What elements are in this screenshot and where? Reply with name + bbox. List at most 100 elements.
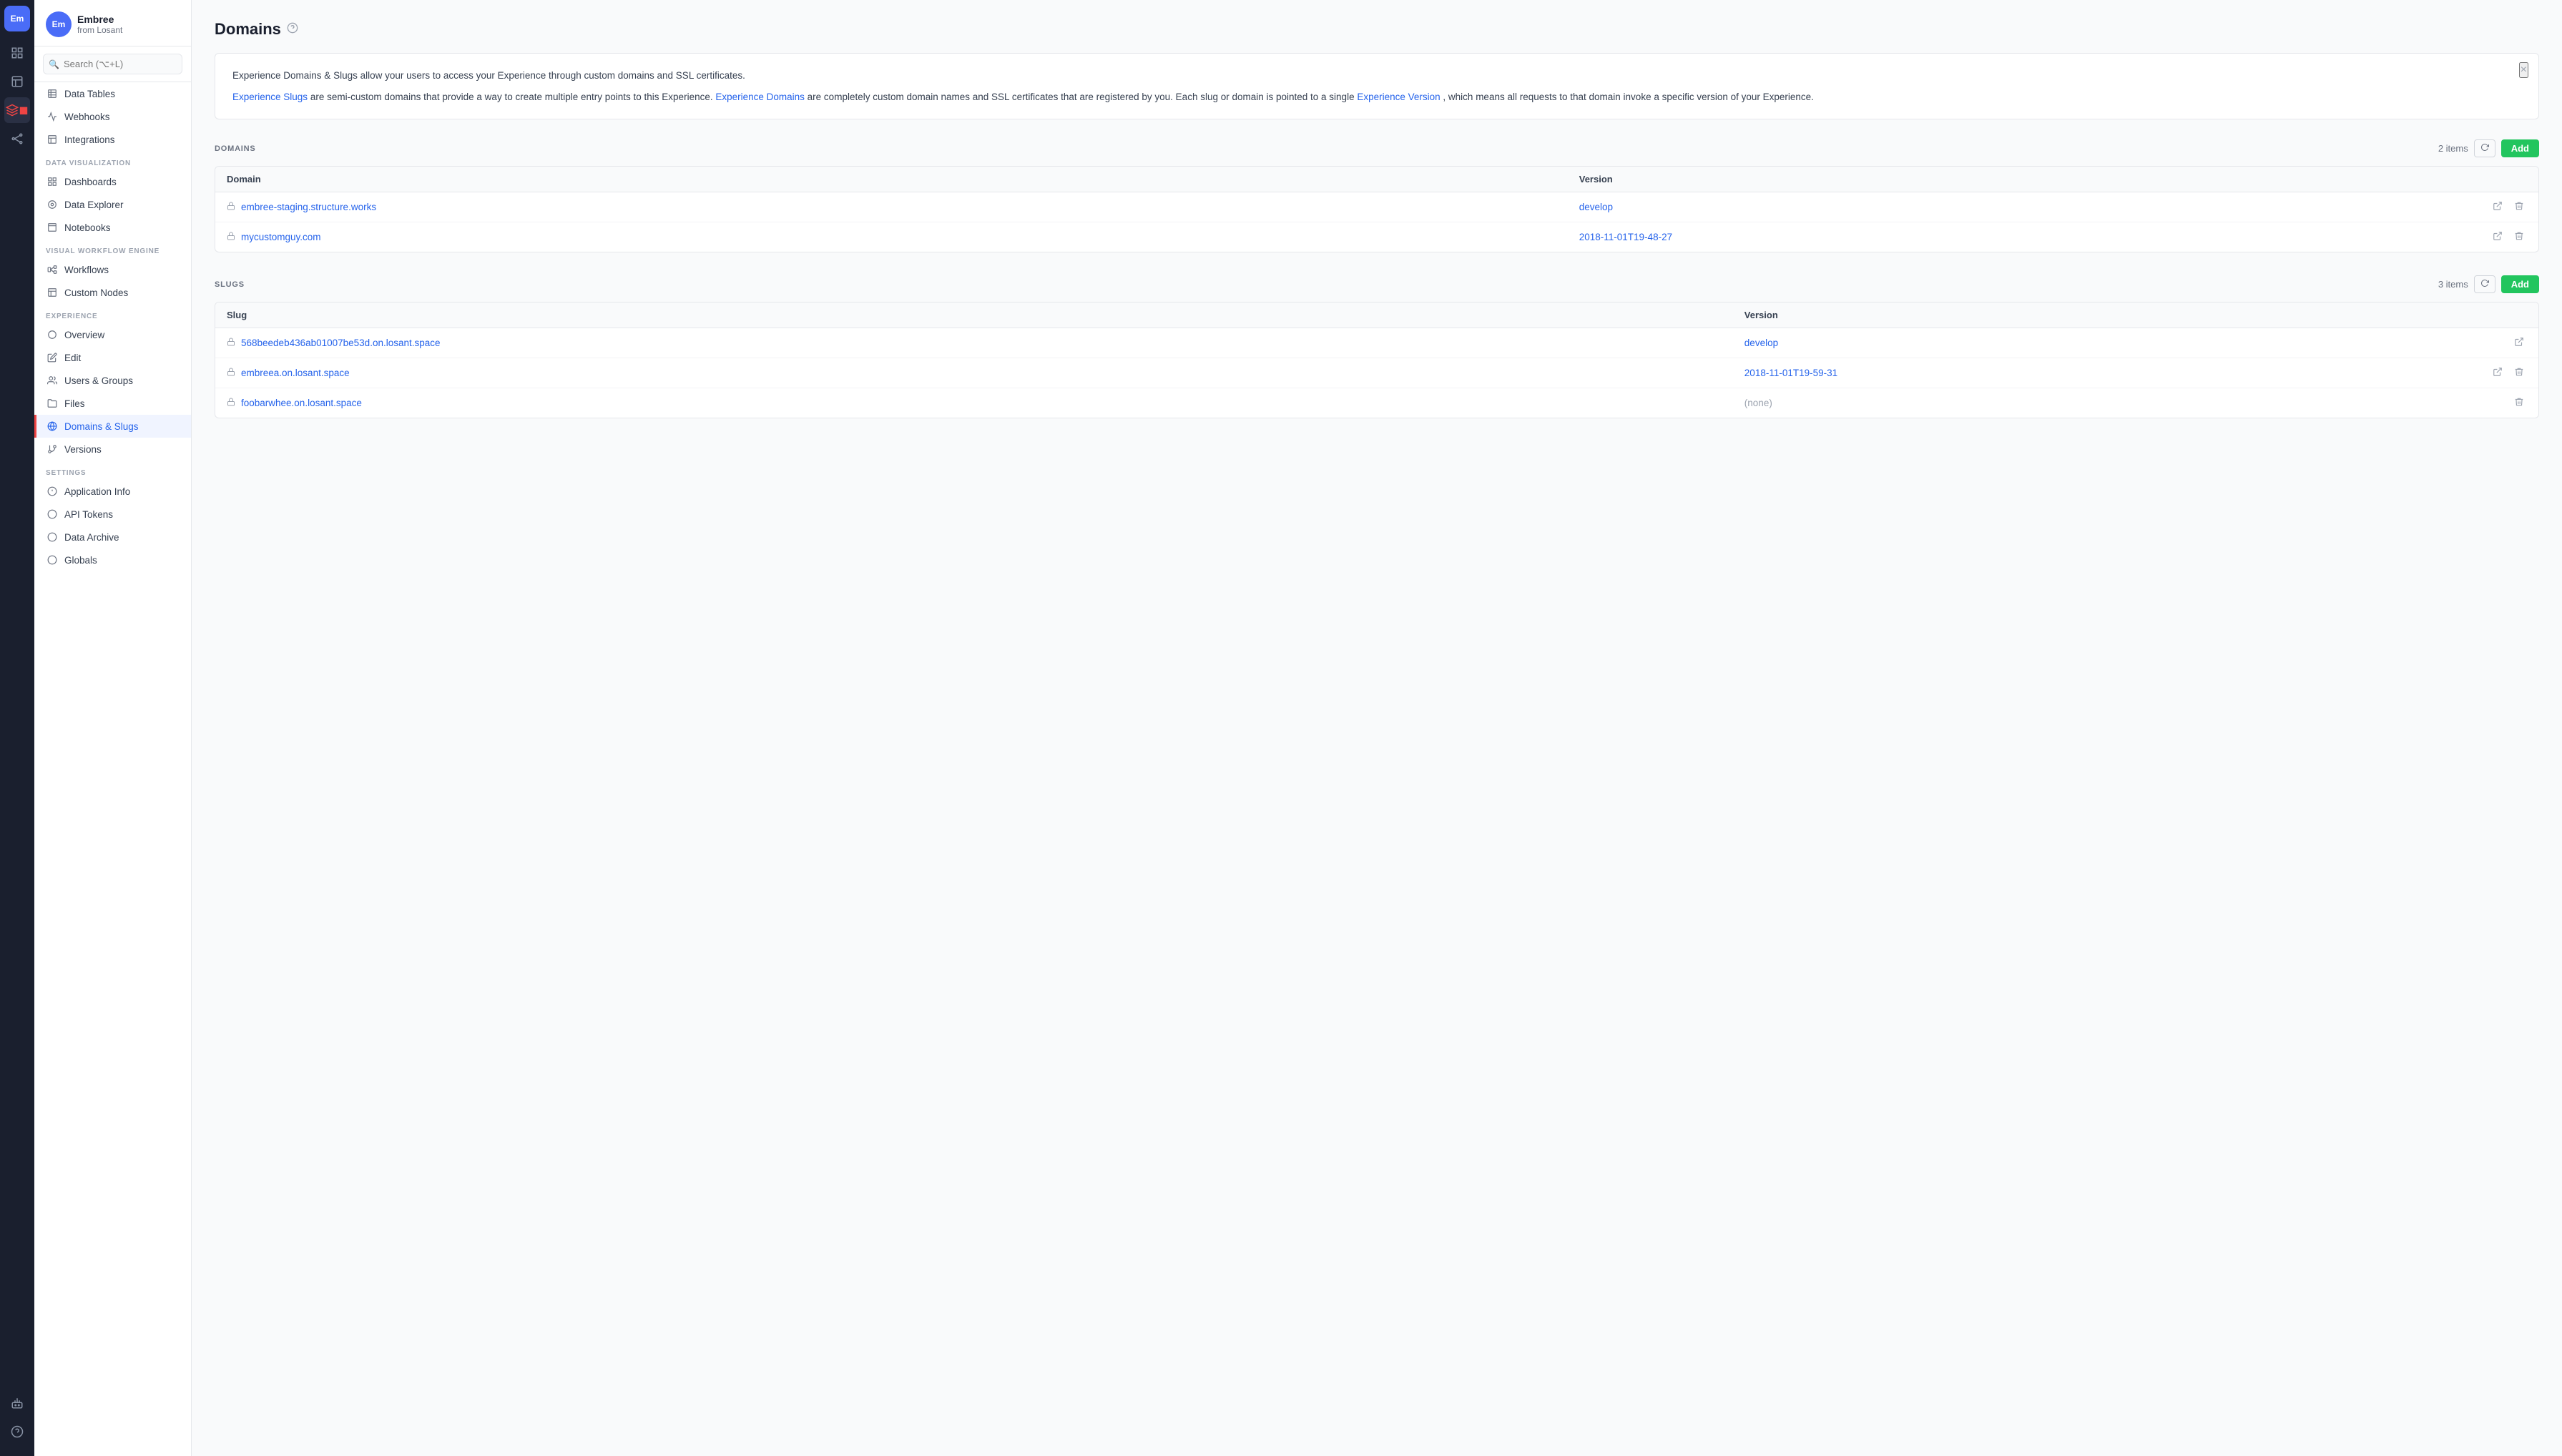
nav-robot-icon[interactable] xyxy=(4,1390,30,1416)
slug-link-2[interactable]: embreea.on.losant.space xyxy=(241,368,350,378)
slug-version-1: develop xyxy=(1733,328,2478,358)
slug-version-none-3: (none) xyxy=(1744,398,1772,408)
domain-link-1[interactable]: embree-staging.structure.works xyxy=(241,202,376,212)
data-tables-icon xyxy=(46,87,59,100)
experience-domains-link[interactable]: Experience Domains xyxy=(715,92,805,102)
sidebar-item-custom-nodes[interactable]: Custom Nodes xyxy=(34,281,191,304)
nav-section-experience: Experience Overview Edit Users & Groups … xyxy=(34,304,191,461)
sidebar-label-overview: Overview xyxy=(64,330,104,340)
sidebar-item-users-groups[interactable]: Users & Groups xyxy=(34,369,191,392)
sidebar-item-edit[interactable]: Edit xyxy=(34,346,191,369)
slug-external-link-2[interactable] xyxy=(2490,365,2505,380)
nav-help-icon[interactable] xyxy=(4,1419,30,1445)
sidebar-item-dashboards[interactable]: Dashboards xyxy=(34,170,191,193)
slug-link-3[interactable]: foobarwhee.on.losant.space xyxy=(241,398,362,408)
slugs-col-version: Version xyxy=(1733,302,2478,328)
sidebar-item-data-archive[interactable]: Data Archive xyxy=(34,526,191,549)
domains-section-title: DOMAINS xyxy=(215,144,256,153)
lock-icon xyxy=(227,368,235,378)
page-title: Domains xyxy=(215,20,281,39)
slug-version-link-1[interactable]: develop xyxy=(1744,338,1778,348)
sidebar-item-overview[interactable]: Overview xyxy=(34,323,191,346)
section-label-data-viz: Data Visualization xyxy=(34,151,191,170)
slug-external-link-1[interactable] xyxy=(2511,335,2527,350)
slug-row-actions-1 xyxy=(2490,335,2527,350)
domains-col-domain: Domain xyxy=(215,167,1568,192)
slugs-refresh-button[interactable] xyxy=(2474,275,2495,293)
domains-section-header: DOMAINS 2 items Add xyxy=(215,139,2539,157)
slug-version-link-2[interactable]: 2018-11-01T19-59-31 xyxy=(1744,368,1837,378)
sidebar-item-integrations[interactable]: Integrations xyxy=(34,128,191,151)
slugs-section-title: SLUGS xyxy=(215,280,245,289)
slugs-section-header: SLUGS 3 items Add xyxy=(215,275,2539,293)
experience-version-link[interactable]: Experience Version xyxy=(1357,92,1440,102)
sidebar-label-data-explorer: Data Explorer xyxy=(64,200,124,210)
brand-logo[interactable]: Em xyxy=(4,6,30,31)
nav-dashboard-icon[interactable] xyxy=(4,69,30,94)
slugs-add-button[interactable]: Add xyxy=(2501,275,2539,293)
custom-nodes-icon xyxy=(46,286,59,299)
sidebar-item-data-explorer[interactable]: Data Explorer xyxy=(34,193,191,216)
lock-icon xyxy=(227,398,235,408)
sidebar-label-notebooks: Notebooks xyxy=(64,222,111,233)
domains-count: 2 items xyxy=(2438,143,2468,154)
nav-experience-icon[interactable]: ◼ xyxy=(4,97,30,123)
sidebar-item-api-tokens[interactable]: API Tokens xyxy=(34,503,191,526)
domains-refresh-button[interactable] xyxy=(2474,139,2495,157)
lock-icon xyxy=(227,232,235,242)
sidebar-item-domains-slugs[interactable]: Domains & Slugs xyxy=(34,415,191,438)
banner-text-2: Experience Slugs are semi-custom domains… xyxy=(232,89,2521,105)
domain-delete-2[interactable] xyxy=(2511,230,2527,245)
sidebar-item-workflows[interactable]: Workflows xyxy=(34,258,191,281)
domains-col-actions xyxy=(2478,167,2538,192)
versions-icon xyxy=(46,443,59,456)
domain-delete-1[interactable] xyxy=(2511,200,2527,215)
domain-row-actions-2 xyxy=(2490,230,2527,245)
sidebar: Em Embree from Losant 🔍 Data Tables Webh… xyxy=(34,0,192,1456)
sidebar-item-application-info[interactable]: Application Info xyxy=(34,480,191,503)
slugs-count: 3 items xyxy=(2438,279,2468,290)
table-row: embree-staging.structure.works develop xyxy=(215,192,2538,222)
domain-external-link-2[interactable] xyxy=(2490,230,2505,245)
sidebar-item-notebooks[interactable]: Notebooks xyxy=(34,216,191,239)
banner-text-2c: , which means all requests to that domai… xyxy=(1443,92,1814,102)
notebooks-icon xyxy=(46,221,59,234)
org-info[interactable]: Em Embree from Losant xyxy=(46,11,180,37)
version-link-2[interactable]: 2018-11-01T19-48-27 xyxy=(1579,232,1672,242)
sidebar-item-webhooks[interactable]: Webhooks xyxy=(34,105,191,128)
help-icon[interactable] xyxy=(287,22,298,37)
sidebar-item-data-tables[interactable]: Data Tables xyxy=(34,82,191,105)
sidebar-item-globals[interactable]: Globals xyxy=(34,549,191,571)
sidebar-label-data-archive: Data Archive xyxy=(64,532,119,543)
sidebar-label-workflows: Workflows xyxy=(64,265,109,275)
sidebar-item-files[interactable]: Files xyxy=(34,392,191,415)
banner-close-button[interactable]: × xyxy=(2519,62,2528,78)
domain-cell-1: embree-staging.structure.works xyxy=(215,192,1568,222)
slugs-table: Slug Version 568beedeb436ab01007be53d. xyxy=(215,302,2539,418)
section-label-experience: Experience xyxy=(34,304,191,323)
info-banner: × Experience Domains & Slugs allow your … xyxy=(215,53,2539,119)
domain-external-link-1[interactable] xyxy=(2490,200,2505,215)
sidebar-label-webhooks: Webhooks xyxy=(64,112,110,122)
slug-delete-2[interactable] xyxy=(2511,365,2527,380)
nav-section-main: Data Tables Webhooks Integrations xyxy=(34,82,191,151)
section-label-workflow: Visual Workflow Engine xyxy=(34,239,191,258)
domain-cell-2: mycustomguy.com xyxy=(215,222,1568,252)
sidebar-item-versions[interactable]: Versions xyxy=(34,438,191,461)
slug-link-1[interactable]: 568beedeb436ab01007be53d.on.losant.space xyxy=(241,338,441,348)
avatar: Em xyxy=(46,11,72,37)
search-input[interactable] xyxy=(43,54,182,74)
main-content: Domains × Experience Domains & Slugs all… xyxy=(192,0,2562,1456)
domains-col-version: Version xyxy=(1568,167,2478,192)
experience-slugs-link[interactable]: Experience Slugs xyxy=(232,92,308,102)
sidebar-label-edit: Edit xyxy=(64,353,81,363)
slug-cell-2: embreea.on.losant.space xyxy=(215,358,1733,388)
table-row: foobarwhee.on.losant.space (none) xyxy=(215,388,2538,418)
integrations-icon xyxy=(46,133,59,146)
domain-link-2[interactable]: mycustomguy.com xyxy=(241,232,321,242)
domains-add-button[interactable]: Add xyxy=(2501,139,2539,157)
version-link-1[interactable]: develop xyxy=(1579,202,1613,212)
nav-home-icon[interactable] xyxy=(4,40,30,66)
slug-delete-3[interactable] xyxy=(2511,395,2527,410)
nav-workflow-icon[interactable] xyxy=(4,126,30,152)
